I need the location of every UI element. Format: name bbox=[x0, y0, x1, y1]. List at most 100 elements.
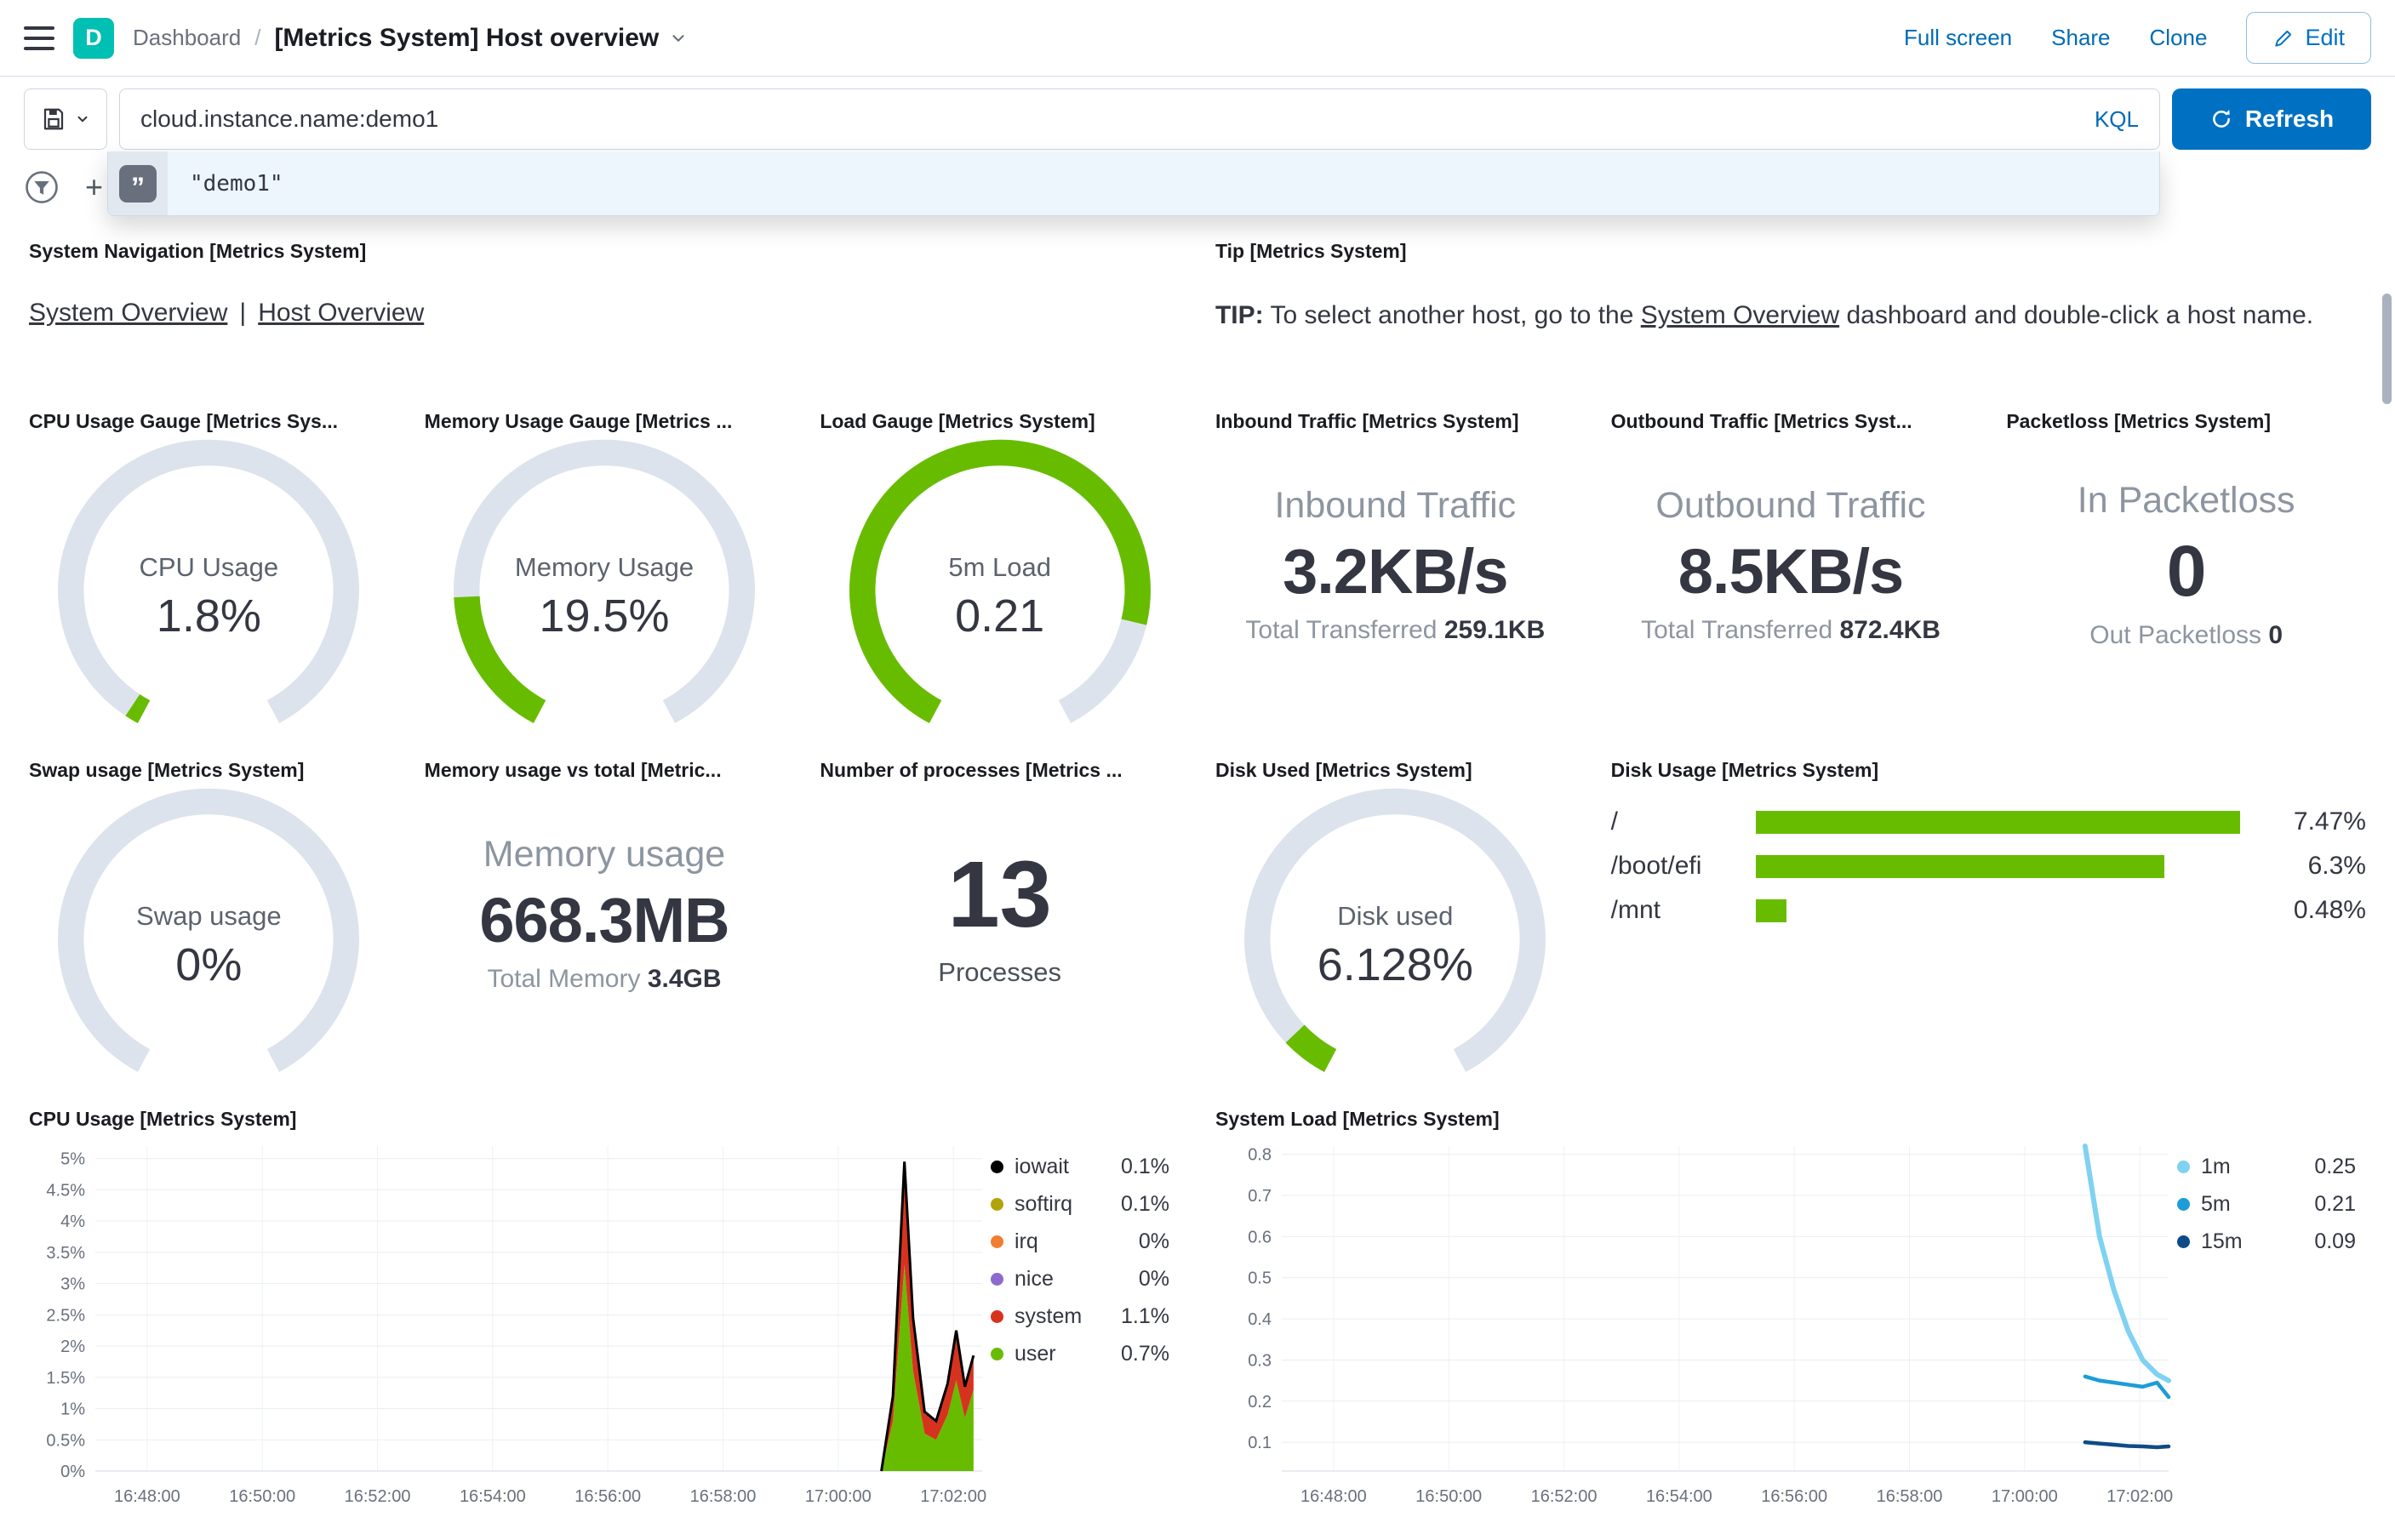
panel-title[interactable]: Disk Usage [Metrics System] bbox=[1611, 759, 2366, 782]
legend-item-15m[interactable]: 15m 0.09 bbox=[2176, 1229, 2356, 1254]
top-bar: D Dashboard / [Metrics System] Host over… bbox=[0, 0, 2395, 77]
legend-name: softirq bbox=[1015, 1192, 1073, 1216]
system-load-chart[interactable]: 0.1 0.2 0.3 0.4 0.5 0.6 0.7 0.8 16:48:00 16:50:00… bbox=[1215, 1138, 2177, 1512]
dashboard-title-selector[interactable]: [Metrics System] Host overview bbox=[274, 24, 688, 53]
metric-value: 3.2KB/s bbox=[1283, 536, 1508, 607]
suggestion-value: "demo1" bbox=[190, 170, 283, 197]
search-input[interactable] bbox=[140, 106, 2076, 133]
legend-item-softirq[interactable]: softirq 0.1% bbox=[991, 1192, 1169, 1217]
legend-item-user[interactable]: user 0.7% bbox=[991, 1342, 1169, 1366]
legend-value: 0.09 bbox=[2314, 1229, 2356, 1253]
legend-dot bbox=[991, 1235, 1003, 1248]
legend-name: system bbox=[1015, 1304, 1083, 1328]
refresh-button[interactable]: Refresh bbox=[2172, 88, 2371, 150]
svg-text:0.5: 0.5 bbox=[1248, 1269, 1272, 1288]
save-icon bbox=[43, 108, 64, 130]
metric-secondary: Total Memory 3.4GB bbox=[487, 965, 722, 993]
legend-dot bbox=[991, 1161, 1003, 1173]
legend-name: 1m bbox=[2200, 1155, 2231, 1178]
vertical-scrollbar[interactable] bbox=[2382, 294, 2392, 404]
svg-text:16:50:00: 16:50:00 bbox=[229, 1487, 295, 1506]
legend-item-irq[interactable]: irq 0% bbox=[991, 1229, 1169, 1254]
panel-title[interactable]: Load Gauge [Metrics System] bbox=[820, 410, 1180, 433]
svg-text:2%: 2% bbox=[60, 1338, 85, 1356]
panel-tip: Tip [Metrics System] TIP: To select anot… bbox=[1201, 231, 2380, 393]
svg-text:17:00:00: 17:00:00 bbox=[1992, 1487, 2058, 1506]
legend-value: 0.21 bbox=[2314, 1192, 2356, 1216]
legend-value: 0.7% bbox=[1121, 1342, 1169, 1366]
clone-link[interactable]: Clone bbox=[2150, 25, 2208, 51]
panel-title[interactable]: CPU Usage [Metrics System] bbox=[29, 1108, 1180, 1131]
legend-value: 0% bbox=[1138, 1267, 1169, 1291]
legend-dot bbox=[991, 1198, 1003, 1211]
panel-title[interactable]: Outbound Traffic [Metrics Syst... bbox=[1611, 410, 1971, 433]
page-title: [Metrics System] Host overview bbox=[274, 23, 660, 52]
legend-item-nice[interactable]: nice 0% bbox=[991, 1267, 1169, 1292]
legend-name: user bbox=[1015, 1342, 1056, 1366]
panel-title[interactable]: Number of processes [Metrics ... bbox=[820, 759, 1180, 782]
legend-item-system[interactable]: system 1.1% bbox=[991, 1304, 1169, 1329]
gauge-label: CPU Usage bbox=[139, 552, 279, 582]
panel-load-gauge: Load Gauge [Metrics System] 5m Load 0.21 bbox=[806, 402, 1193, 742]
svg-text:17:02:00: 17:02:00 bbox=[920, 1487, 986, 1506]
panel-title[interactable]: Swap usage [Metrics System] bbox=[29, 759, 389, 782]
edit-button[interactable]: Edit bbox=[2246, 12, 2371, 64]
panel-title[interactable]: Memory Usage Gauge [Metrics ... bbox=[425, 410, 785, 433]
tip-system-overview-link[interactable]: System Overview bbox=[1641, 301, 1839, 329]
query-suggestion-item[interactable]: ” "demo1" bbox=[108, 151, 2159, 215]
breadcrumb: Dashboard / [Metrics System] Host overvi… bbox=[133, 24, 688, 53]
add-filter-button[interactable]: + bbox=[85, 172, 103, 202]
legend-value: 0.1% bbox=[1121, 1155, 1169, 1178]
legend-dot bbox=[2176, 1161, 2190, 1173]
panel-title[interactable]: System Navigation [Metrics System] bbox=[29, 240, 1180, 263]
svg-text:16:56:00: 16:56:00 bbox=[1761, 1487, 1827, 1506]
host-overview-link[interactable]: Host Overview bbox=[258, 299, 424, 328]
svg-text:0.6: 0.6 bbox=[1248, 1228, 1272, 1246]
panel-title[interactable]: CPU Usage Gauge [Metrics Sys... bbox=[29, 410, 389, 433]
menu-icon[interactable] bbox=[24, 26, 54, 50]
space-badge[interactable]: D bbox=[73, 17, 114, 59]
panel-title[interactable]: System Load [Metrics System] bbox=[1215, 1108, 2366, 1131]
svg-text:0.3: 0.3 bbox=[1248, 1351, 1272, 1370]
legend-value: 0% bbox=[1138, 1229, 1169, 1253]
panel-title[interactable]: Inbound Traffic [Metrics System] bbox=[1215, 410, 1575, 433]
system-overview-link[interactable]: System Overview bbox=[29, 299, 227, 328]
legend-item-1m[interactable]: 1m 0.25 bbox=[2176, 1155, 2356, 1179]
value-token-icon: ” bbox=[119, 164, 157, 202]
disk-usage-value: 6.3% bbox=[2307, 852, 2366, 880]
panel-title[interactable]: Packetloss [Metrics System] bbox=[2006, 410, 2366, 433]
legend-item-iowait[interactable]: iowait 0.1% bbox=[991, 1155, 1169, 1179]
svg-text:4.5%: 4.5% bbox=[46, 1181, 85, 1200]
panel-title[interactable]: Disk Used [Metrics System] bbox=[1215, 759, 1575, 782]
gauge-value: 19.5% bbox=[539, 590, 670, 642]
cpu-usage-chart[interactable]: 0% 0.5% 1% 1.5% 2% 2.5% 3% 3.5% 4% 4.5% 5% 16:48:00… bbox=[29, 1138, 991, 1512]
filter-icon[interactable] bbox=[24, 169, 60, 205]
gauge-label: Memory Usage bbox=[514, 552, 694, 582]
top-actions: Full screen Share Clone Edit bbox=[1904, 12, 2371, 64]
legend-name: 5m bbox=[2200, 1192, 2231, 1216]
chevron-down-icon bbox=[672, 34, 684, 42]
kql-language-button[interactable]: KQL bbox=[2076, 106, 2139, 133]
legend-name: irq bbox=[1015, 1229, 1038, 1253]
share-link[interactable]: Share bbox=[2051, 25, 2110, 51]
legend-item-5m[interactable]: 5m 0.21 bbox=[2176, 1192, 2356, 1217]
panel-title[interactable]: Memory usage vs total [Metric... bbox=[425, 759, 785, 782]
disk-usage-bar bbox=[1755, 898, 1787, 922]
nav-separator: | bbox=[239, 299, 247, 327]
svg-text:16:54:00: 16:54:00 bbox=[1646, 1487, 1712, 1506]
full-screen-link[interactable]: Full screen bbox=[1904, 25, 2012, 51]
panel-title[interactable]: Tip [Metrics System] bbox=[1215, 240, 2366, 263]
chevron-down-icon bbox=[77, 116, 88, 123]
gauge-label: 5m Load bbox=[948, 552, 1051, 582]
svg-text:17:02:00: 17:02:00 bbox=[2106, 1487, 2173, 1506]
legend-dot bbox=[991, 1310, 1003, 1323]
refresh-button-label: Refresh bbox=[2244, 106, 2335, 132]
disk-path: /boot/efi bbox=[1610, 852, 1702, 880]
legend-name: nice bbox=[1015, 1267, 1054, 1291]
svg-text:3%: 3% bbox=[60, 1275, 85, 1294]
svg-text:4%: 4% bbox=[60, 1212, 85, 1231]
saved-query-menu-button[interactable] bbox=[24, 88, 107, 150]
panel-inbound-traffic: Inbound Traffic [Metrics System] Inbound… bbox=[1201, 402, 1589, 742]
disk-usage-value: 7.47% bbox=[2293, 807, 2366, 836]
breadcrumb-dashboard[interactable]: Dashboard bbox=[133, 25, 241, 51]
